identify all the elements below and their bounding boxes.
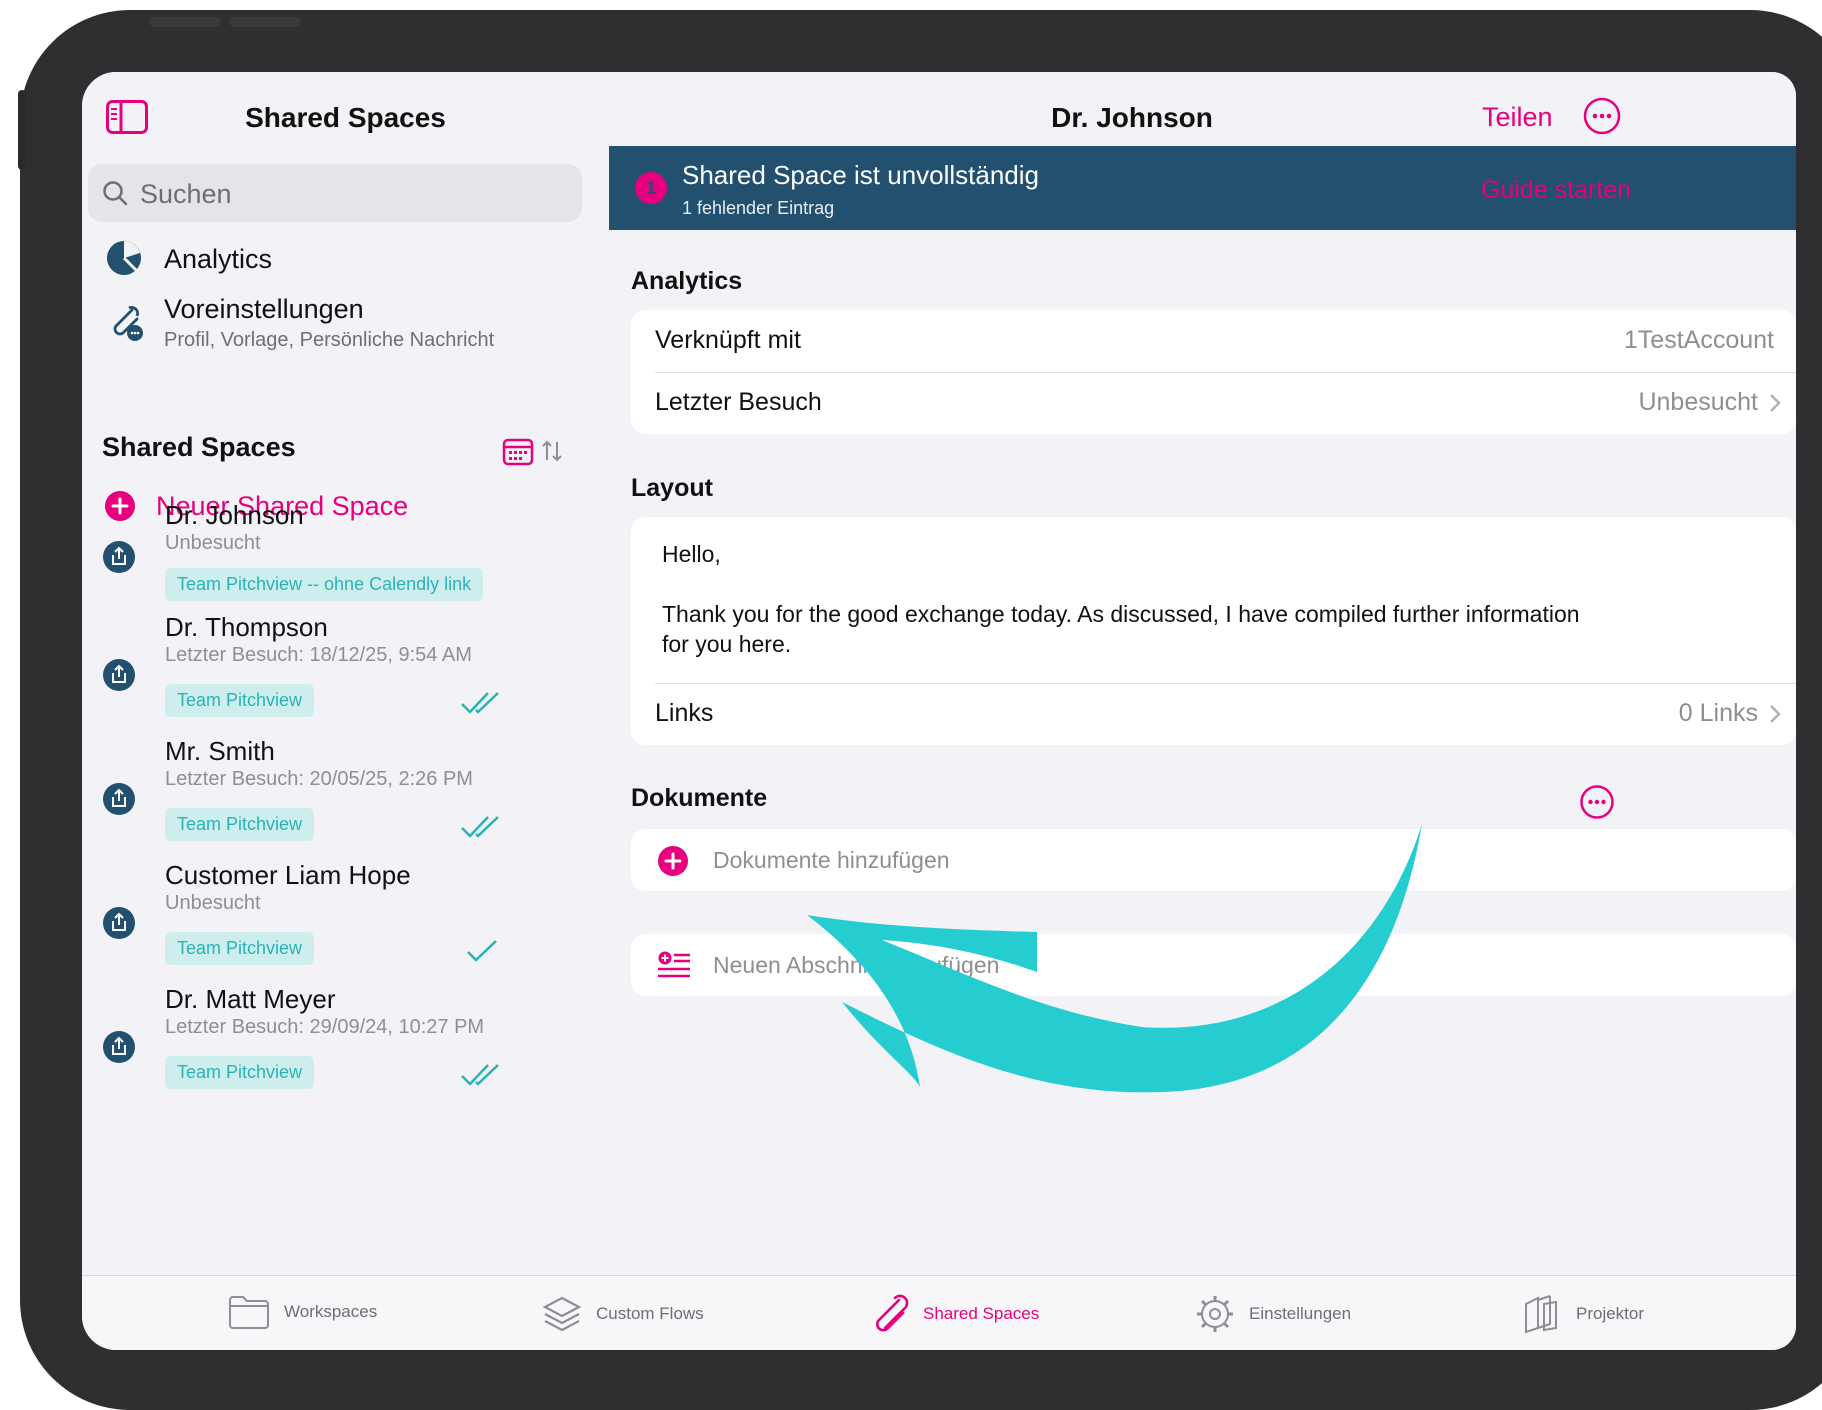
nav-item-analytics[interactable]: Analytics: [104, 238, 272, 278]
space-tag: Team Pitchview: [165, 684, 315, 717]
add-documents-row[interactable]: Dokumente hinzufügen: [631, 829, 1796, 891]
banner-title: Shared Space ist unvollständig: [682, 160, 1040, 190]
share-icon: [103, 783, 135, 815]
tab-label: Shared Spaces: [923, 1304, 1040, 1323]
space-last-visit: Letzter Besuch: 29/09/24, 10:27 PM: [165, 1016, 485, 1038]
projector-icon: [1525, 1295, 1557, 1334]
banner-subtitle: 1 fehlender Eintrag: [682, 198, 835, 218]
share-button[interactable]: Teilen: [1482, 102, 1553, 133]
message-body-line[interactable]: Thank you for the good exchange today. A…: [662, 599, 1580, 629]
row-value: 0 Links: [1678, 699, 1758, 727]
space-tag: Team Pitchview -- ohne Calendly link: [165, 568, 484, 601]
share-icon: [103, 541, 135, 573]
space-tag: Team Pitchview: [165, 808, 315, 841]
row-value: Unbesucht: [1638, 388, 1758, 416]
documents-section-title: Dokumente: [631, 784, 768, 812]
space-name: Dr. Matt Meyer: [165, 984, 336, 1014]
space-tag: Team Pitchview: [165, 1056, 315, 1089]
analytics-section-title: Analytics: [631, 267, 743, 295]
tab-label: Projektor: [1576, 1304, 1645, 1323]
calendar-icon[interactable]: [502, 436, 534, 466]
nav-label: Analytics: [164, 244, 273, 274]
volume-button: [150, 17, 220, 27]
tab-workspaces[interactable]: Workspaces: [228, 1294, 377, 1330]
chevron-right-icon: [1770, 394, 1781, 412]
tab-bar: Workspaces Custom Flows Shared Spaces Ei…: [82, 1275, 1796, 1350]
analytics-card: Verknüpft mit 1TestAccount Letzter Besuc…: [631, 310, 1796, 434]
share-icon: [103, 907, 135, 939]
space-last-visit: Unbesucht: [165, 532, 261, 554]
space-item-dr-thompson[interactable]: Dr. Thompson Letzter Besuch: 18/12/25, 9…: [82, 612, 609, 722]
space-item-dr-matt-meyer[interactable]: Dr. Matt Meyer Letzter Besuch: 29/09/24,…: [82, 984, 609, 1094]
space-last-visit: Letzter Besuch: 20/05/25, 2:26 PM: [165, 768, 473, 790]
plus-circle-icon: [658, 846, 688, 876]
detail-pane: Dr. Johnson Teilen 1 Shared Space ist un…: [609, 72, 1796, 1275]
sidebar: Shared Spaces Analytics Voreinstellungen…: [82, 72, 610, 1275]
tab-label: Einstellungen: [1249, 1304, 1352, 1323]
sidebar-title: Shared Spaces: [245, 102, 446, 133]
space-name: Dr. Johnson: [165, 500, 304, 530]
tab-projektor[interactable]: Projektor: [1522, 1294, 1644, 1334]
chevron-right-icon: [1770, 705, 1781, 723]
tab-label: Workspaces: [284, 1302, 378, 1321]
pie-chart-icon: [107, 241, 141, 275]
row-value: 1TestAccount: [1623, 326, 1774, 354]
incomplete-banner: 1 Shared Space ist unvollständig 1 fehle…: [609, 146, 1796, 230]
search-input[interactable]: [138, 172, 572, 216]
add-documents-label: Dokumente hinzufügen: [713, 847, 950, 873]
missing-count-badge: 1: [635, 172, 667, 204]
search-bar[interactable]: [88, 164, 582, 222]
space-name: Mr. Smith: [165, 736, 275, 766]
space-last-visit: Unbesucht: [165, 892, 261, 914]
space-tag: Team Pitchview: [165, 932, 315, 965]
double-check-icon: [461, 816, 499, 838]
tab-custom-flows[interactable]: Custom Flows: [542, 1294, 704, 1334]
volume-button: [230, 17, 300, 27]
section-title: Shared Spaces: [102, 432, 296, 462]
add-section-row[interactable]: Neuen Abschnitt hinzufügen: [631, 934, 1796, 996]
space-item-mr-smith[interactable]: Mr. Smith Letzter Besuch: 20/05/25, 2:26…: [82, 736, 609, 846]
paperclip-settings-icon: [113, 306, 143, 341]
space-item-dr-johnson[interactable]: Dr. Johnson Unbesucht Team Pitchview -- …: [82, 500, 609, 601]
check-icon: [467, 940, 497, 962]
add-section-label: Neuen Abschnitt hinzufügen: [713, 952, 1000, 978]
gear-icon: [1197, 1296, 1233, 1332]
add-section-icon: [658, 951, 690, 978]
links-row[interactable]: Links 0 Links: [631, 683, 1796, 745]
side-button: [18, 90, 26, 170]
space-name: Customer Liam Hope: [165, 860, 411, 890]
space-name: Dr. Thompson: [165, 612, 328, 642]
layout-section-title: Layout: [631, 474, 713, 502]
space-last-visit: Letzter Besuch: 18/12/25, 9:54 AM: [165, 644, 472, 666]
app-screen: Shared Spaces Analytics Voreinstellungen…: [82, 72, 1796, 1350]
more-options-icon[interactable]: [1582, 96, 1622, 136]
nav-item-presets[interactable]: Voreinstellungen Profil, Vorlage, Persön…: [104, 294, 494, 352]
share-icon: [103, 659, 135, 691]
row-label: Letzter Besuch: [655, 388, 822, 416]
search-icon: [103, 181, 128, 206]
layout-card: Hello, Thank you for the good exchange t…: [631, 517, 1796, 745]
space-item-customer-liam-hope[interactable]: Customer Liam Hope Unbesucht Team Pitchv…: [82, 860, 609, 970]
sort-controls[interactable]: [502, 436, 564, 466]
nav-sublabel: Profil, Vorlage, Persönliche Nachricht: [164, 329, 495, 351]
double-check-icon: [461, 1064, 499, 1086]
last-visit-row[interactable]: Letzter Besuch Unbesucht: [631, 372, 1796, 434]
sort-arrows-icon[interactable]: [540, 438, 564, 464]
row-label: Links: [655, 699, 714, 727]
layers-icon: [542, 1296, 582, 1332]
share-icon: [103, 1031, 135, 1063]
documents-more-icon[interactable]: [1579, 784, 1615, 820]
row-label: Verknüpft mit: [655, 326, 801, 354]
tab-label: Custom Flows: [596, 1304, 704, 1323]
paperclip-icon: [876, 1294, 909, 1332]
linked-account-row: Verknüpft mit 1TestAccount: [631, 310, 1796, 372]
message-body-line[interactable]: for you here.: [662, 629, 791, 659]
double-check-icon: [461, 692, 499, 714]
folder-icon: [229, 1296, 269, 1329]
tab-shared-spaces[interactable]: Shared Spaces: [869, 1294, 1039, 1334]
nav-label: Voreinstellungen: [164, 294, 364, 324]
start-guide-button[interactable]: Guide starten: [1481, 176, 1631, 205]
tab-einstellungen[interactable]: Einstellungen: [1195, 1294, 1351, 1334]
message-greeting[interactable]: Hello,: [662, 539, 721, 569]
